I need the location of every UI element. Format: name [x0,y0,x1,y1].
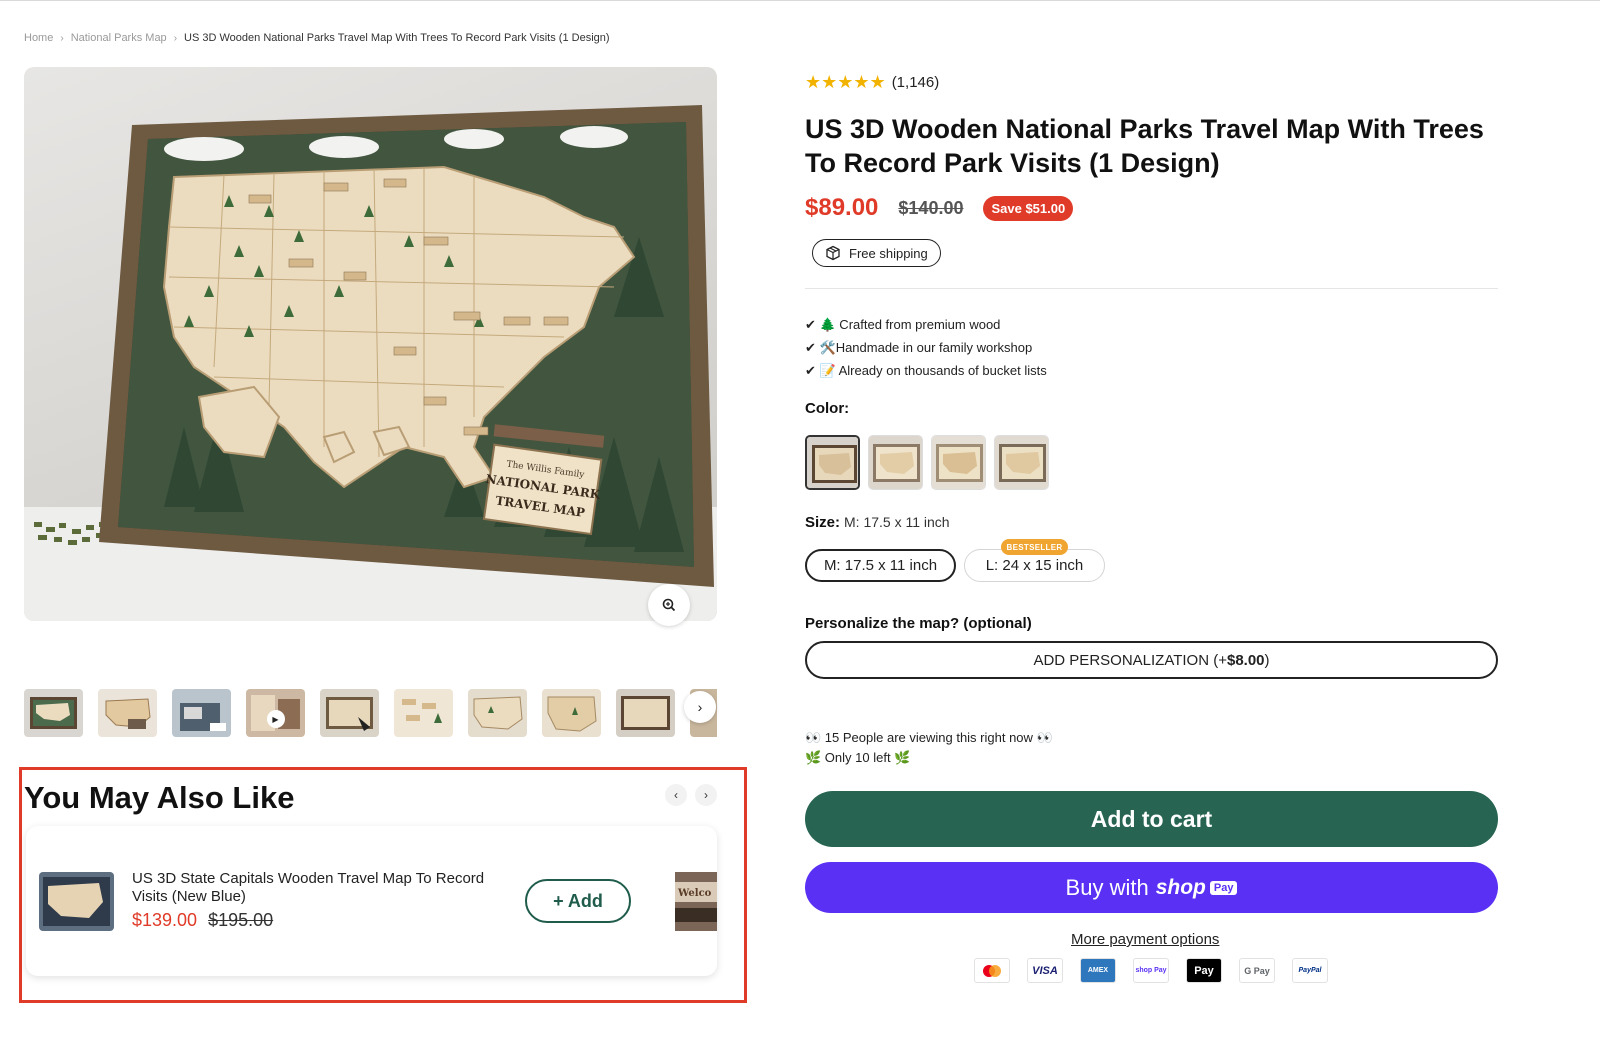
breadcrumb-current: US 3D Wooden National Parks Travel Map W… [184,32,610,44]
recommendation-prices: $139.00 $195.00 [132,910,273,931]
urgency-messages: 👀 15 People are viewing this right now 👀… [805,728,1053,768]
thumbnail-1[interactable] [24,689,83,737]
recommendations-next-button[interactable]: › [695,784,717,806]
thumbnail-3[interactable] [172,689,231,737]
breadcrumb-category[interactable]: National Parks Map [71,32,167,44]
chevron-right-icon: › [60,32,64,44]
add-personalization-button[interactable]: ADD PERSONALIZATION (+ $8.00) [805,641,1498,679]
color-swatch-2[interactable] [868,435,923,490]
package-icon [826,245,840,261]
mastercard-icon [974,958,1010,983]
buy-with-label: Buy with [1065,874,1149,900]
color-swatch-4[interactable] [994,435,1049,490]
recommendation-card[interactable]: US 3D State Capitals Wooden Travel Map T… [26,826,717,976]
paypal-icon: PayPal [1292,958,1328,983]
compare-price: $140.00 [898,197,964,218]
add-recommendation-button[interactable]: + Add [525,879,631,923]
thumbnail-5[interactable] [320,689,379,737]
add-to-cart-button[interactable]: Add to cart [805,791,1498,847]
chevron-left-icon: ‹ [674,788,678,802]
thumbnail-strip: ▶ [24,689,717,745]
amex-icon: AMEX [1080,958,1116,983]
recommendations-title: You May Also Like [24,780,295,815]
chevron-right-icon: › [697,699,703,715]
color-label: Color: [805,400,850,417]
chevron-right-icon: › [704,788,708,802]
thumbnail-8[interactable] [542,689,601,737]
feature-item: ✔ 🛠️Handmade in our family workshop [805,340,1033,355]
visa-icon: VISA [1027,958,1063,983]
personalization-button-label: ADD PERSONALIZATION (+ [1033,651,1227,669]
apple-pay-icon: Pay [1186,958,1222,983]
free-shipping-badge: Free shipping [812,239,941,267]
personalization-price: $8.00 [1226,651,1265,669]
recommendation-image[interactable] [39,872,114,931]
shop-pay-badge: Pay [1209,880,1238,895]
product-photo-illustration: The Willis Family NATIONAL PARK TRAVEL M… [24,105,717,621]
size-label: Size: M: 17.5 x 11 inch [805,514,950,531]
color-swatches [805,435,1049,490]
recommendation-name[interactable]: US 3D State Capitals Wooden Travel Map T… [132,870,512,906]
thumbnail-2[interactable] [98,689,157,737]
next-recommendation-image[interactable]: Welco [675,872,717,931]
zoom-button[interactable] [648,584,690,626]
thumbnails-next-button[interactable]: › [684,691,716,723]
rating-count: (1,146) [891,74,940,91]
product-title: US 3D Wooden National Parks Travel Map W… [805,114,1484,178]
personalize-label: Personalize the map? (optional) [805,615,1032,632]
more-payment-options-link[interactable]: More payment options [1071,931,1219,948]
payment-icons: VISA AMEX shop Pay Pay G Pay PayPal [974,958,1328,983]
feature-list: ✔ 🌲 Crafted from premium wood ✔ 🛠️Handma… [805,313,1047,382]
free-shipping-label: Free shipping [849,245,928,261]
apple-pay-text: Pay [1194,964,1214,977]
recommendation-price: $139.00 [132,910,198,930]
save-badge: Save $51.00 [983,195,1074,221]
recommendation-compare-price: $195.00 [208,910,274,930]
breadcrumb-home[interactable]: Home [24,32,53,44]
size-label-title: Size: [805,514,841,531]
color-swatch-1[interactable] [805,435,860,490]
rating[interactable]: ★★★★★ (1,146) [805,72,939,93]
shop-pay-logo: shop [1155,875,1206,899]
recommendations-prev-button[interactable]: ‹ [665,784,687,806]
buy-with-shop-pay-button[interactable]: Buy with shop Pay [805,862,1498,913]
stock-left: 🌿 Only 10 left 🌿 [805,750,911,765]
google-pay-icon: G Pay [1239,958,1275,983]
thumbnail-7[interactable] [468,689,527,737]
star-rating-icon: ★★★★★ [805,72,886,92]
shop-pay-icon: shop Pay [1133,958,1169,983]
next-recommendation-text: Welco [677,888,712,899]
feature-item: ✔ 📝 Already on thousands of bucket lists [805,363,1047,378]
price-row: $89.00 $140.00 Save $51.00 [805,194,1074,222]
zoom-in-icon [662,598,676,612]
personalization-close: ) [1264,651,1270,669]
top-border [0,0,1600,1]
sale-price: $89.00 [805,194,879,221]
divider [805,288,1498,289]
feature-item: ✔ 🌲 Crafted from premium wood [805,317,1001,332]
main-product-image[interactable]: The Willis Family NATIONAL PARK TRAVEL M… [24,67,717,621]
thumbnail-6[interactable] [394,689,453,737]
breadcrumb: Home › National Parks Map › US 3D Wooden… [24,32,610,44]
thumbnail-4-video[interactable]: ▶ [246,689,305,737]
viewers-count: 👀 15 People are viewing this right now 👀 [805,730,1053,745]
color-swatch-3[interactable] [931,435,986,490]
bestseller-badge: BESTSELLER [1001,539,1068,555]
thumbnail-9[interactable] [616,689,675,737]
play-icon: ▶ [266,710,285,728]
size-selected-value: M: 17.5 x 11 inch [844,514,950,530]
size-option-m[interactable]: M: 17.5 x 11 inch [805,549,956,582]
chevron-right-icon: › [173,32,178,44]
